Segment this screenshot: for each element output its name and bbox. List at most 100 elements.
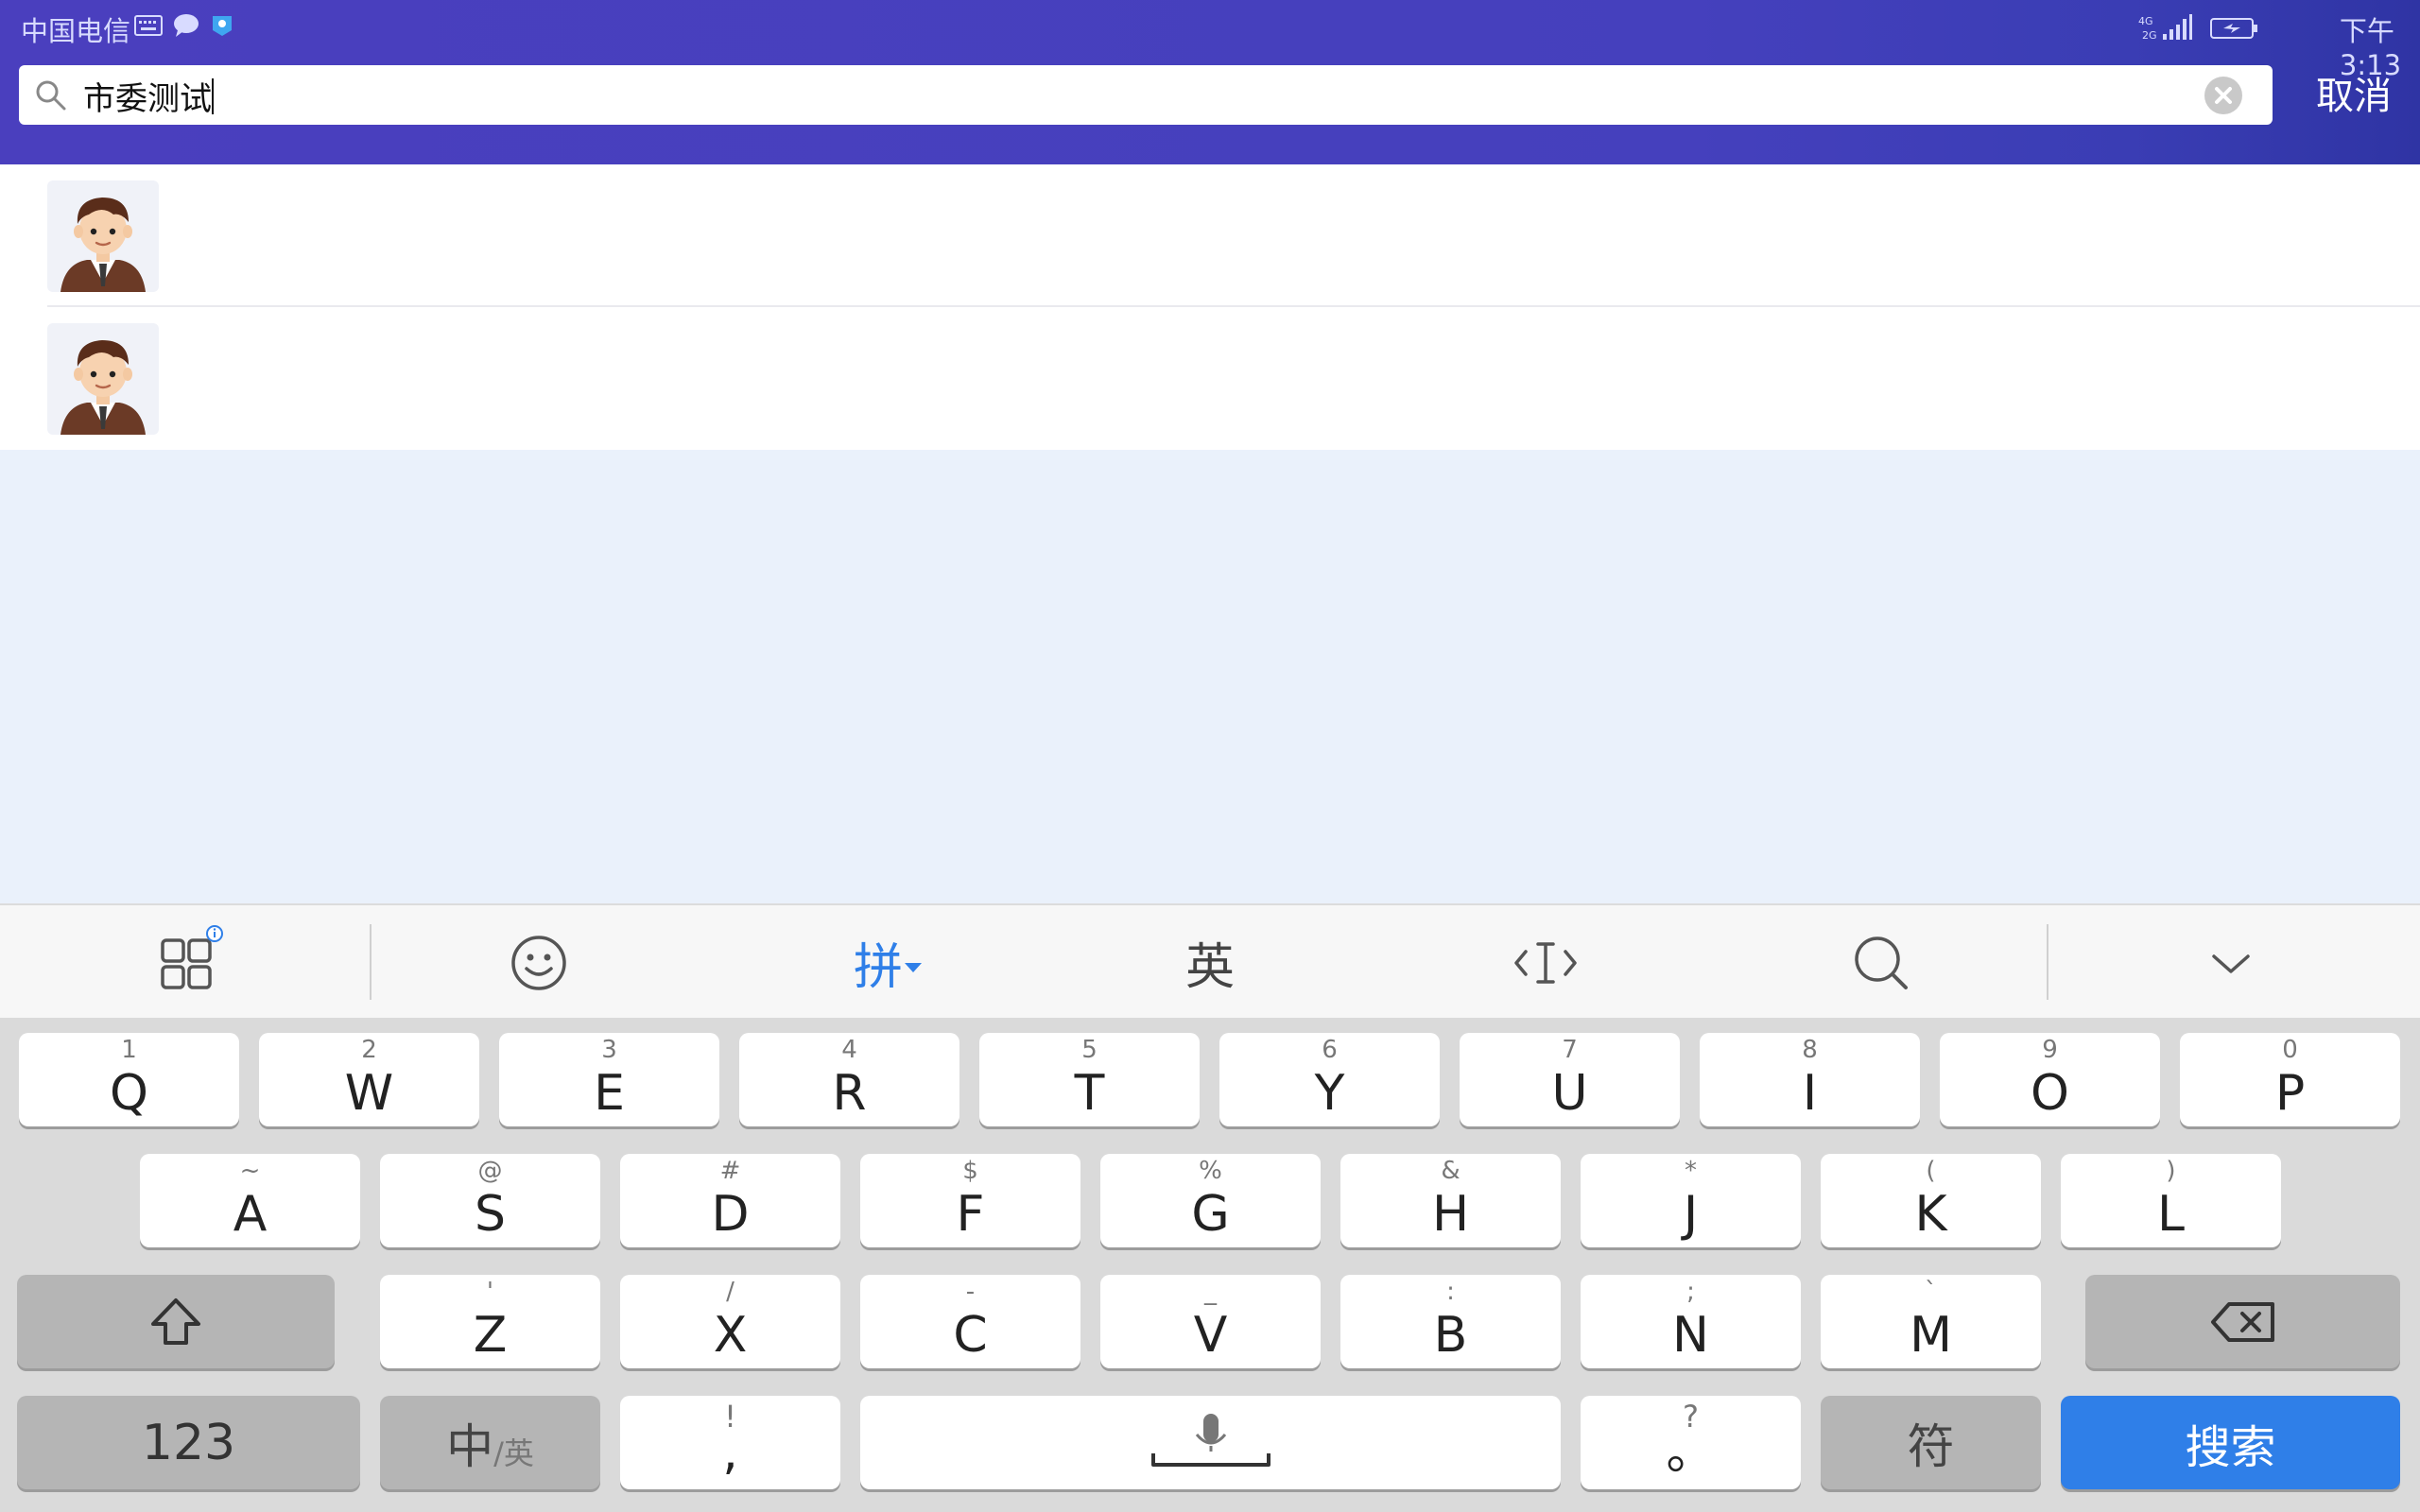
backspace-icon: [2210, 1301, 2274, 1342]
language-key-main: 中: [446, 1418, 494, 1474]
key-symbol: 9: [2042, 1036, 2058, 1064]
key-label: V: [1193, 1307, 1228, 1364]
key-m[interactable]: ` M: [1821, 1275, 2041, 1368]
search-input[interactable]: [81, 69, 2193, 123]
backspace-key[interactable]: [2085, 1275, 2400, 1368]
key-n[interactable]: ; N: [1581, 1275, 1801, 1368]
search-box[interactable]: [19, 65, 2273, 125]
key-u[interactable]: 7U: [1460, 1033, 1680, 1126]
comma-key[interactable]: ! ,: [620, 1396, 840, 1489]
shift-key[interactable]: [17, 1275, 335, 1368]
key-p[interactable]: 0P: [2180, 1033, 2400, 1126]
key-v[interactable]: _ V: [1100, 1275, 1321, 1368]
key-symbol: ;: [1686, 1278, 1695, 1306]
search-icon: [1855, 936, 1908, 989]
key-h[interactable]: & H: [1340, 1154, 1561, 1247]
period-key-main: 。: [1666, 1424, 1716, 1481]
battery-icon: [2210, 18, 2257, 39]
key-label: G: [1191, 1186, 1230, 1243]
keyboard-search-button[interactable]: [1806, 905, 1957, 1020]
pinyin-mode-button[interactable]: 拼: [813, 905, 964, 1020]
apps-grid-icon: [161, 924, 223, 989]
key-symbol: ): [2166, 1157, 2176, 1185]
comma-key-main: ,: [722, 1424, 738, 1481]
key-j[interactable]: * J: [1581, 1154, 1801, 1247]
key-f[interactable]: $ F: [860, 1154, 1080, 1247]
cancel-button[interactable]: 取消: [2297, 68, 2411, 125]
key-symbol: /: [726, 1278, 735, 1306]
key-label: B: [1433, 1307, 1468, 1364]
microphone-icon: [1150, 1413, 1270, 1467]
space-key[interactable]: [860, 1396, 1561, 1489]
key-symbol: ': [486, 1278, 494, 1306]
key-symbol: *: [1685, 1157, 1697, 1185]
key-symbol: @: [477, 1157, 503, 1185]
key-b[interactable]: :B: [1340, 1275, 1561, 1368]
key-x[interactable]: / X: [620, 1275, 840, 1368]
cursor-icon: [1514, 941, 1577, 984]
key-symbol: ~: [239, 1157, 261, 1185]
key-label: I: [1802, 1065, 1818, 1122]
key-label: U: [1551, 1065, 1588, 1122]
key-g[interactable]: % G: [1100, 1154, 1321, 1247]
key-label: W: [344, 1065, 394, 1122]
result-row[interactable]: [0, 164, 2420, 307]
clear-search-icon[interactable]: [2204, 77, 2242, 114]
emoji-button[interactable]: [463, 905, 614, 1020]
emoji-icon: [511, 935, 566, 990]
key-z[interactable]: ' Z: [380, 1275, 600, 1368]
numbers-key[interactable]: 123: [17, 1396, 360, 1489]
key-w[interactable]: 2W: [259, 1033, 479, 1126]
app-notification-icon: [213, 16, 232, 36]
key-r[interactable]: 4R: [739, 1033, 959, 1126]
search-submit-label: 搜索: [2185, 1420, 2276, 1474]
businessman-avatar-icon: [47, 180, 159, 292]
key-e[interactable]: 3E: [499, 1033, 719, 1126]
key-symbol: (: [1926, 1157, 1936, 1185]
symbols-key[interactable]: 符: [1821, 1396, 2041, 1489]
language-switch-key[interactable]: 中 /英: [380, 1396, 600, 1489]
key-label: D: [711, 1186, 750, 1243]
key-a[interactable]: ~ A: [140, 1154, 360, 1247]
key-symbol: :: [1446, 1278, 1455, 1306]
key-k[interactable]: (K: [1821, 1154, 2041, 1247]
key-q[interactable]: 1Q: [19, 1033, 239, 1126]
key-label: F: [956, 1186, 985, 1243]
key-symbol: 0: [2282, 1036, 2298, 1064]
chevron-down-icon: [905, 962, 922, 972]
pinyin-label: 拼: [853, 939, 903, 996]
key-label: A: [233, 1186, 268, 1243]
keyboard-notification-icon: [134, 15, 163, 36]
carrier-name: 中国电信: [21, 15, 131, 47]
key-label: S: [474, 1186, 506, 1243]
key-c[interactable]: -C: [860, 1275, 1080, 1368]
search-icon: [36, 80, 66, 111]
period-key[interactable]: ? 。: [1581, 1396, 1801, 1489]
key-label: P: [2274, 1065, 2306, 1122]
signal-icon: 4G 2G: [2138, 14, 2192, 42]
key-symbol: 2: [361, 1036, 377, 1064]
key-symbol: _: [1204, 1278, 1217, 1306]
english-mode-button[interactable]: 英: [1134, 905, 1286, 1020]
key-i[interactable]: 8I: [1700, 1033, 1920, 1126]
key-symbol: #: [719, 1157, 741, 1185]
soft-keyboard: 1Q 2W 3E 4R 5T 6Y 7U 8I 9O 0P ~ A @ S # D $…: [0, 1018, 2420, 1512]
cursor-control-button[interactable]: [1470, 905, 1621, 1020]
key-label: E: [594, 1065, 625, 1122]
key-d[interactable]: # D: [620, 1154, 840, 1247]
key-s[interactable]: @ S: [380, 1154, 600, 1247]
businessman-avatar-icon: [47, 323, 159, 435]
key-l[interactable]: ) L: [2061, 1154, 2281, 1247]
key-o[interactable]: 9O: [1940, 1033, 2160, 1126]
search-results: [0, 164, 2420, 450]
key-y[interactable]: 6Y: [1219, 1033, 1440, 1126]
key-label: M: [1910, 1307, 1952, 1364]
apps-grid-button[interactable]: [113, 905, 265, 1020]
language-key-sub: /英: [493, 1435, 534, 1471]
result-row[interactable]: [0, 307, 2420, 450]
key-label: L: [2157, 1186, 2185, 1243]
search-submit-key[interactable]: 搜索: [2061, 1396, 2400, 1489]
collapse-keyboard-button[interactable]: [2155, 905, 2307, 1020]
key-t[interactable]: 5T: [979, 1033, 1200, 1126]
key-label: R: [832, 1065, 867, 1122]
